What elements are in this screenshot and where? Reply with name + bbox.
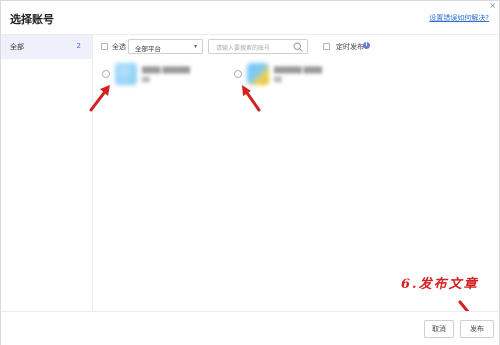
- chevron-down-icon: ▾: [193, 43, 197, 50]
- search-placeholder: 请输入要搜索的账号: [216, 45, 271, 52]
- dialog-header: 选择账号 设置错误如何解决? ×: [1, 1, 499, 35]
- sidebar-item-label: 全部: [10, 43, 24, 51]
- filter-toolbar: 全选 全部平台 ▾ 请输入要搜索的账号 定时发布 i: [101, 39, 491, 55]
- dialog-title: 选择账号: [10, 13, 54, 26]
- cancel-button[interactable]: 取消: [424, 320, 454, 338]
- select-all-label: 全选: [112, 43, 126, 51]
- annotation-arrow-icon: [89, 85, 110, 112]
- platform-select[interactable]: 全部平台 ▾: [128, 39, 203, 54]
- account-platform: ██: [142, 77, 150, 83]
- select-all-checkbox[interactable]: [101, 43, 108, 50]
- publish-button[interactable]: 发布: [460, 320, 494, 338]
- annotation-arrow-icon: [242, 85, 261, 112]
- avatar: [115, 63, 137, 85]
- platform-select-value: 全部平台: [135, 45, 161, 53]
- select-account-dialog: 选择账号 设置错误如何解决? × 全部 2 全选 全部平台 ▾ 请输入要搜索的账…: [0, 0, 500, 345]
- account-name: ████ ██████: [142, 67, 191, 74]
- account-select-radio[interactable]: [102, 70, 110, 78]
- account-select-radio[interactable]: [234, 70, 242, 78]
- annotation-label: 6.发布文章: [401, 277, 479, 292]
- search-icon[interactable]: [293, 42, 303, 52]
- info-icon[interactable]: i: [363, 42, 370, 49]
- account-name: ██████ ████: [274, 67, 323, 74]
- dialog-footer: 取消 发布: [1, 311, 499, 345]
- avatar: [247, 63, 269, 85]
- account-platform: ██: [274, 77, 282, 83]
- sidebar-item-count: 2: [76, 42, 81, 50]
- account-search-input[interactable]: 请输入要搜索的账号: [208, 39, 308, 54]
- account-item[interactable]: ████ ██████ ██: [102, 63, 222, 87]
- scheduled-publish-checkbox[interactable]: [323, 43, 330, 50]
- sidebar-item-all[interactable]: 全部 2: [1, 35, 92, 59]
- platform-sidebar: 全部 2: [1, 35, 93, 311]
- close-icon[interactable]: ×: [489, 1, 496, 10]
- scheduled-publish-label: 定时发布: [336, 43, 364, 51]
- help-link[interactable]: 设置错误如何解决?: [429, 13, 489, 23]
